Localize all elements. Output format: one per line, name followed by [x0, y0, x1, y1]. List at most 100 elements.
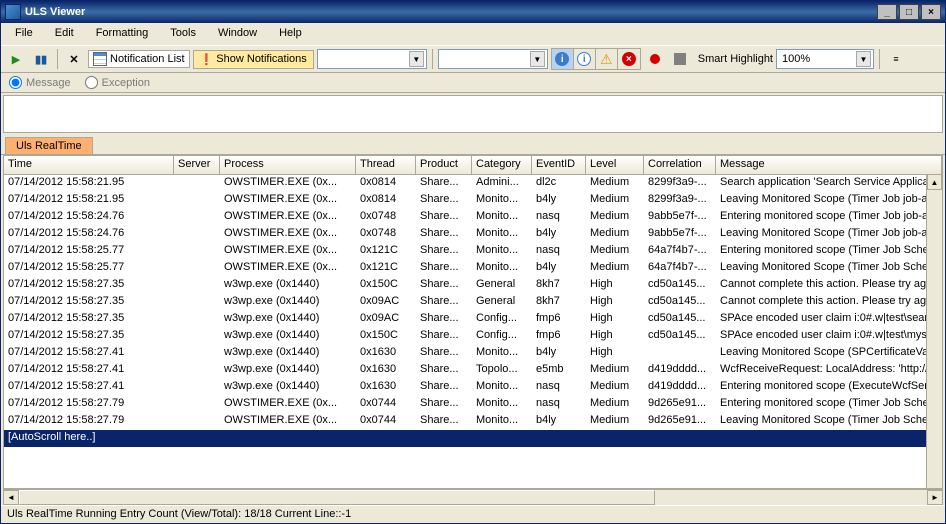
cell-server: [174, 192, 220, 209]
combo-2[interactable]: ▼: [438, 49, 548, 69]
cell-message: Cannot complete this action. Please try …: [716, 277, 942, 294]
cell-category: Topolo...: [472, 362, 532, 379]
table-row[interactable]: 07/14/2012 15:58:25.77OWSTIMER.EXE (0x..…: [4, 260, 942, 277]
menu-tools[interactable]: Tools: [160, 25, 206, 43]
table-row[interactable]: 07/14/2012 15:58:27.41w3wp.exe (0x1440)0…: [4, 379, 942, 396]
cell-message: Entering monitored scope (ExecuteWcfServ…: [716, 379, 942, 396]
stop-button[interactable]: [669, 48, 691, 70]
col-server[interactable]: Server: [174, 156, 220, 174]
cell-eventid: b4ly: [532, 345, 586, 362]
cell-server: [174, 345, 220, 362]
table-row[interactable]: 07/14/2012 15:58:21.95OWSTIMER.EXE (0x..…: [4, 192, 942, 209]
cell-thread: 0x09AC: [356, 294, 416, 311]
table-row[interactable]: 07/14/2012 15:58:27.35w3wp.exe (0x1440)0…: [4, 311, 942, 328]
cell-correlation: 9d265e91...: [644, 396, 716, 413]
x-icon: ✕: [69, 53, 78, 66]
cell-level: Medium: [586, 226, 644, 243]
table-row[interactable]: 07/14/2012 15:58:27.79 OWSTIMER.EXE (0x..…: [4, 396, 942, 413]
table-row[interactable]: 07/14/2012 15:58:27.35w3wp.exe (0x1440)0…: [4, 277, 942, 294]
cell-thread: 0x0744: [356, 413, 416, 430]
scroll-right-icon[interactable]: ►: [927, 490, 943, 505]
cell-time: 07/14/2012 15:58:27.79: [4, 396, 174, 413]
table-row[interactable]: 07/14/2012 15:58:27.35w3wp.exe (0x1440)0…: [4, 294, 942, 311]
scroll-track[interactable]: [19, 490, 927, 505]
cell-level: Medium: [586, 243, 644, 260]
warning-button[interactable]: ⚠: [596, 49, 618, 69]
menu-file[interactable]: File: [5, 25, 43, 43]
notification-list-button[interactable]: Notification List: [88, 50, 190, 68]
table-row[interactable]: 07/14/2012 15:58:27.79OWSTIMER.EXE (0x..…: [4, 413, 942, 430]
minimize-button[interactable]: _: [877, 4, 897, 20]
cell-time: 07/14/2012 15:58:24.76: [4, 209, 174, 226]
pause-button[interactable]: ▮▮: [30, 48, 52, 70]
tab-realtime[interactable]: Uls RealTime: [5, 137, 93, 154]
cell-time: 07/14/2012 15:58:27.41: [4, 362, 174, 379]
info-blue-button[interactable]: i: [552, 49, 574, 69]
menu-formatting[interactable]: Formatting: [86, 25, 159, 43]
table-row[interactable]: 07/14/2012 15:58:25.77OWSTIMER.EXE (0x..…: [4, 243, 942, 260]
cell-product: Share...: [416, 379, 472, 396]
close-button[interactable]: ×: [921, 4, 941, 20]
cell-message: SPAce encoded user claim i:0#.w|test\mys…: [716, 328, 942, 345]
table-row[interactable]: 07/14/2012 15:58:24.76OWSTIMER.EXE (0x..…: [4, 226, 942, 243]
scroll-up-icon[interactable]: ▲: [927, 174, 942, 190]
col-thread[interactable]: Thread: [356, 156, 416, 174]
cell-eventid: b4ly: [532, 413, 586, 430]
info-white-button[interactable]: i: [574, 49, 596, 69]
zoom-combo[interactable]: 100% ▼: [776, 49, 874, 69]
maximize-button[interactable]: □: [899, 4, 919, 20]
record-button[interactable]: [644, 48, 666, 70]
info-icon: i: [555, 52, 569, 66]
col-message[interactable]: Message: [716, 156, 942, 174]
cell-eventid: b4ly: [532, 192, 586, 209]
vertical-scrollbar[interactable]: ▲: [926, 174, 942, 488]
cell-level: High: [586, 277, 644, 294]
scroll-thumb[interactable]: [19, 490, 655, 505]
titlebar[interactable]: ULS Viewer _ □ ×: [1, 1, 945, 23]
col-process[interactable]: Process: [220, 156, 356, 174]
play-button[interactable]: ▶: [5, 48, 27, 70]
col-category[interactable]: Category: [472, 156, 532, 174]
error-icon: ×: [622, 52, 636, 66]
cell-process: OWSTIMER.EXE (0x...: [220, 226, 356, 243]
table-row[interactable]: 07/14/2012 15:58:27.41w3wp.exe (0x1440)0…: [4, 345, 942, 362]
cell-product: Share...: [416, 311, 472, 328]
cell-time: 07/14/2012 15:58:25.77: [4, 243, 174, 260]
menu-edit[interactable]: Edit: [45, 25, 84, 43]
cell-category: Monito...: [472, 260, 532, 277]
cell-thread: 0x150C: [356, 277, 416, 294]
cell-thread: 0x0814: [356, 192, 416, 209]
menu-help[interactable]: Help: [269, 25, 312, 43]
cell-eventid: b4ly: [532, 260, 586, 277]
clear-button[interactable]: ✕: [63, 48, 85, 70]
cell-thread: 0x150C: [356, 328, 416, 345]
col-time[interactable]: Time: [4, 156, 174, 174]
separator: [57, 49, 58, 69]
options-button[interactable]: ≡: [885, 48, 907, 70]
table-row[interactable]: 07/14/2012 15:58:24.76OWSTIMER.EXE (0x..…: [4, 209, 942, 226]
table-row[interactable]: 07/14/2012 15:58:21.95OWSTIMER.EXE (0x..…: [4, 175, 942, 192]
col-level[interactable]: Level: [586, 156, 644, 174]
grid-body[interactable]: 07/14/2012 15:58:21.95OWSTIMER.EXE (0x..…: [4, 175, 942, 488]
show-notifications-button[interactable]: ❗ Show Notifications: [193, 50, 314, 69]
combo-1[interactable]: ▼: [317, 49, 427, 69]
cell-thread: 0x0744: [356, 396, 416, 413]
menu-window[interactable]: Window: [208, 25, 267, 43]
table-row[interactable]: 07/14/2012 15:58:27.35w3wp.exe (0x1440)0…: [4, 328, 942, 345]
detail-textarea[interactable]: [3, 95, 943, 133]
cell-message: Search application 'Search Service Appli…: [716, 175, 942, 192]
col-product[interactable]: Product: [416, 156, 472, 174]
table-row[interactable]: 07/14/2012 15:58:27.41w3wp.exe (0x1440)0…: [4, 362, 942, 379]
col-correlation[interactable]: Correlation: [644, 156, 716, 174]
radio-message[interactable]: Message: [9, 76, 71, 89]
autoscroll-row[interactable]: [AutoScroll here..]: [4, 430, 942, 447]
cell-category: Monito...: [472, 396, 532, 413]
cell-process: OWSTIMER.EXE (0x...: [220, 396, 356, 413]
error-button[interactable]: ×: [618, 49, 640, 69]
scroll-left-icon[interactable]: ◄: [3, 490, 19, 505]
cell-thread: 0x121C: [356, 260, 416, 277]
cell-process: w3wp.exe (0x1440): [220, 277, 356, 294]
horizontal-scrollbar[interactable]: ◄ ►: [3, 489, 943, 505]
radio-exception[interactable]: Exception: [85, 76, 150, 89]
col-eventid[interactable]: EventID: [532, 156, 586, 174]
